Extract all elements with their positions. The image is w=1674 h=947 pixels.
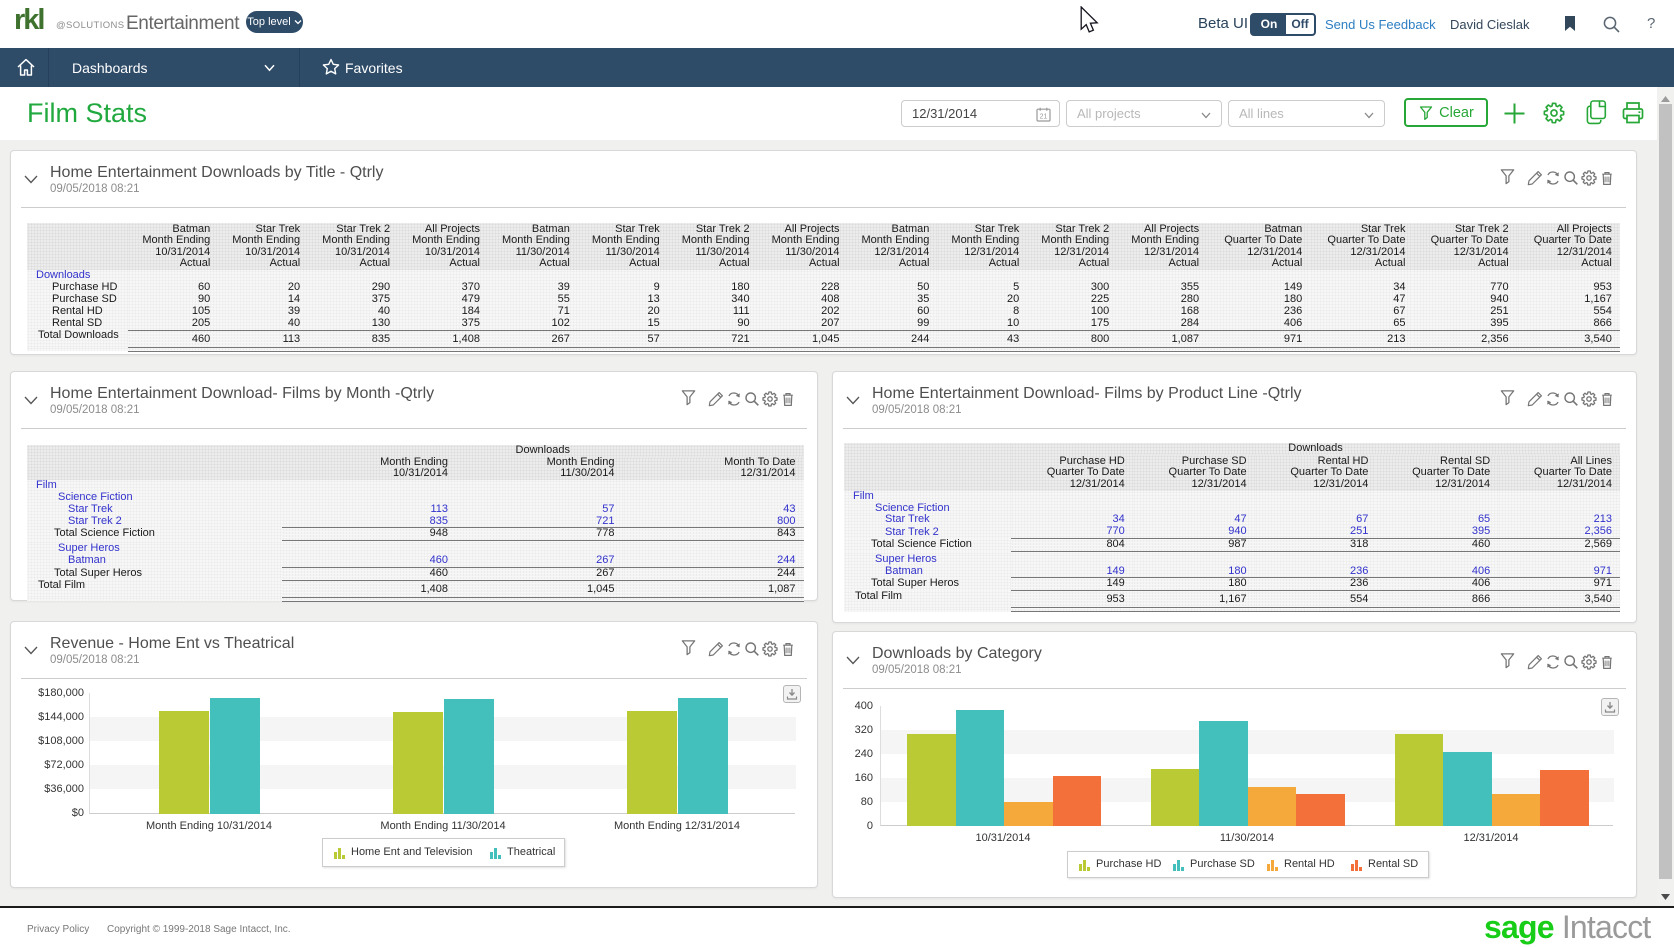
svg-text:21: 21 xyxy=(1040,114,1048,121)
